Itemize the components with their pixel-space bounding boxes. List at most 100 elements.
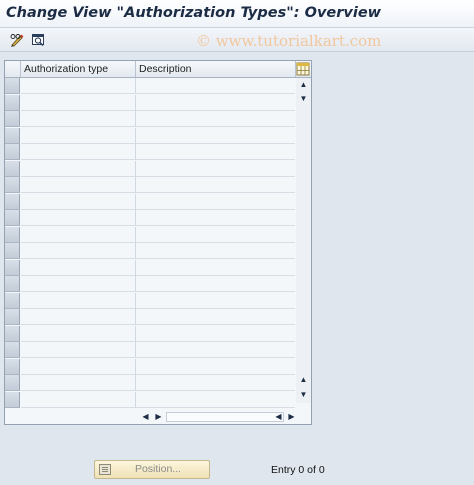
row-selector[interactable] (5, 309, 20, 325)
position-button[interactable]: Position... (94, 460, 210, 479)
table-row[interactable] (21, 309, 295, 325)
table-header: Authorization type Description (5, 61, 311, 78)
cell-authorization-type[interactable] (21, 193, 136, 210)
cell-authorization-type[interactable] (21, 94, 136, 111)
row-selector[interactable] (5, 144, 20, 160)
table-settings-icon[interactable] (296, 62, 311, 77)
scroll-left-button[interactable]: ▶ (151, 410, 166, 424)
horizontal-scrollbar[interactable]: ◀ ▶ ◀ ▶ (136, 410, 296, 424)
scroll-down-button[interactable]: ▼ (296, 92, 311, 106)
row-selector[interactable] (5, 259, 20, 276)
table-row[interactable] (21, 210, 295, 226)
cell-authorization-type[interactable] (21, 226, 136, 243)
cell-description[interactable] (136, 326, 295, 342)
cell-description[interactable] (136, 78, 295, 94)
cell-authorization-type[interactable] (21, 391, 136, 408)
watermark: © www.tutorialkart.com (196, 32, 382, 50)
table-row[interactable] (21, 78, 295, 94)
position-button-label: Position... (134, 463, 182, 475)
row-selector[interactable] (5, 358, 20, 375)
cell-description[interactable] (136, 227, 295, 243)
table-row[interactable] (21, 193, 295, 210)
cell-authorization-type[interactable] (21, 309, 136, 325)
details-icon[interactable] (30, 32, 46, 48)
scroll-right-last-button[interactable]: ▶ (284, 410, 299, 424)
table-row[interactable] (21, 342, 295, 358)
table-row[interactable] (21, 111, 295, 127)
row-selector[interactable] (5, 243, 20, 259)
cell-authorization-type[interactable] (21, 342, 136, 358)
table-row[interactable] (21, 292, 295, 309)
table-row[interactable] (21, 177, 295, 193)
cell-description[interactable] (136, 128, 295, 144)
row-selector[interactable] (5, 111, 20, 127)
cell-authorization-type[interactable] (21, 111, 136, 127)
cell-authorization-type[interactable] (21, 160, 136, 177)
table-row[interactable] (21, 127, 295, 144)
scroll-up-button[interactable]: ▲ (296, 78, 311, 92)
cell-authorization-type[interactable] (21, 177, 136, 193)
table-row[interactable] (21, 325, 295, 342)
cell-description[interactable] (136, 392, 295, 408)
cell-description[interactable] (136, 194, 295, 210)
table-control: Authorization type Description ▲ ▼ ▲ ▼ ◀… (4, 60, 312, 425)
cell-authorization-type[interactable] (21, 292, 136, 309)
row-selector[interactable] (5, 391, 20, 408)
cell-authorization-type[interactable] (21, 358, 136, 375)
cell-description[interactable] (136, 95, 295, 111)
table-row[interactable] (21, 358, 295, 375)
table-row[interactable] (21, 144, 295, 160)
vertical-scrollbar[interactable]: ▲ ▼ ▲ ▼ (296, 78, 311, 403)
table-row[interactable] (21, 276, 295, 292)
cell-description[interactable] (136, 375, 295, 391)
cell-description[interactable] (136, 293, 295, 309)
table-row[interactable] (21, 375, 295, 391)
table-row[interactable] (21, 243, 295, 259)
table-row[interactable] (21, 160, 295, 177)
cell-authorization-type[interactable] (21, 325, 136, 342)
cell-description[interactable] (136, 111, 295, 127)
table-row[interactable] (21, 226, 295, 243)
row-selector[interactable] (5, 276, 20, 292)
select-all-header[interactable] (5, 61, 21, 77)
scroll-page-up-button[interactable]: ▲ (296, 373, 311, 387)
cell-authorization-type[interactable] (21, 259, 136, 276)
column-header-description[interactable]: Description (136, 61, 296, 77)
table-row[interactable] (21, 259, 295, 276)
cell-description[interactable] (136, 260, 295, 276)
cell-description[interactable] (136, 210, 295, 226)
row-selector[interactable] (5, 177, 20, 193)
cell-description[interactable] (136, 144, 295, 160)
cell-description[interactable] (136, 359, 295, 375)
row-selector[interactable] (5, 127, 20, 144)
row-selector[interactable] (5, 78, 20, 94)
cell-authorization-type[interactable] (21, 210, 136, 226)
row-selector[interactable] (5, 292, 20, 309)
edit-toggle-icon[interactable] (9, 32, 25, 48)
cell-description[interactable] (136, 342, 295, 358)
table-row[interactable] (21, 94, 295, 111)
row-selector[interactable] (5, 325, 20, 342)
cell-description[interactable] (136, 276, 295, 292)
cell-description[interactable] (136, 161, 295, 177)
scroll-page-down-button[interactable]: ▼ (296, 388, 311, 402)
row-selector[interactable] (5, 375, 20, 391)
row-selector[interactable] (5, 160, 20, 177)
cell-authorization-type[interactable] (21, 127, 136, 144)
row-selector[interactable] (5, 210, 20, 226)
cell-authorization-type[interactable] (21, 243, 136, 259)
cell-description[interactable] (136, 177, 295, 193)
table-row[interactable] (21, 391, 295, 408)
cell-authorization-type[interactable] (21, 375, 136, 391)
cell-description[interactable] (136, 309, 295, 325)
row-selector[interactable] (5, 226, 20, 243)
row-selector[interactable] (5, 94, 20, 111)
column-header-authorization-type[interactable]: Authorization type (21, 61, 136, 77)
row-selector[interactable] (5, 342, 20, 358)
row-selector[interactable] (5, 193, 20, 210)
cell-description[interactable] (136, 243, 295, 259)
cell-authorization-type[interactable] (21, 144, 136, 160)
horizontal-scroll-track[interactable] (166, 412, 284, 422)
cell-authorization-type[interactable] (21, 276, 136, 292)
cell-authorization-type[interactable] (21, 78, 136, 94)
